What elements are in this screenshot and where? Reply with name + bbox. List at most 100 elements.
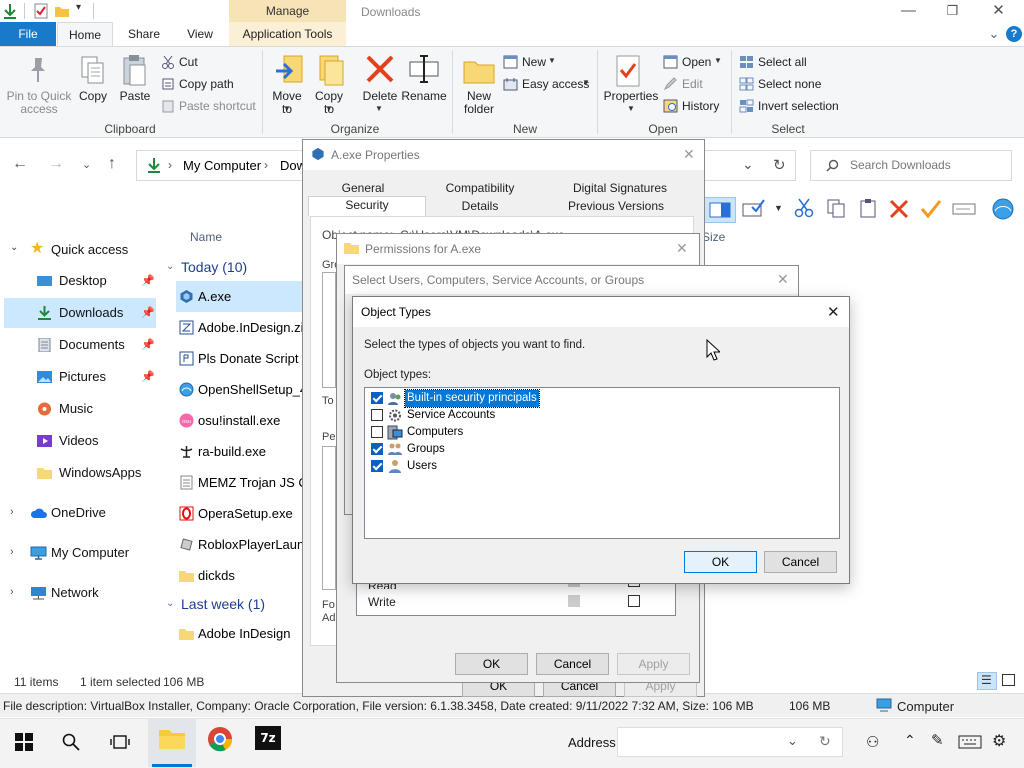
open-button[interactable]: Open (682, 55, 711, 69)
tab-digital-signatures[interactable]: Digital Signatures (546, 180, 694, 198)
close-button[interactable]: ✕ (976, 0, 1021, 22)
taskbar-address-dropdown-icon[interactable]: ⌄ (787, 733, 798, 749)
new-folder-icon[interactable] (54, 3, 70, 19)
file-row[interactable]: osu osu!install.exe (176, 405, 306, 436)
tab-share[interactable]: Share (118, 22, 170, 46)
copy-to-chevron-icon[interactable]: ▼ (325, 104, 333, 113)
select-all-button[interactable]: Select all (758, 55, 807, 69)
file-row[interactable]: MEMZ Trojan JS Cod (176, 467, 306, 498)
download-icon[interactable] (2, 3, 18, 19)
minimize-button[interactable]: — (886, 0, 931, 22)
task-view-icon[interactable] (110, 733, 130, 751)
properties-check-icon[interactable] (33, 3, 49, 19)
file-row[interactable]: RobloxPlayerLaunch (176, 529, 306, 560)
nav-documents[interactable]: Documents 📌 (0, 330, 158, 360)
copy-toolbar-icon[interactable] (826, 198, 846, 218)
nav-quick-access[interactable]: ★ Quick access (0, 235, 158, 265)
tab-details[interactable]: Details (430, 198, 530, 216)
edit-button[interactable]: Edit (682, 77, 703, 91)
file-row[interactable]: ra-build.exe (176, 436, 306, 467)
permissions-close-icon[interactable]: ✕ (676, 240, 688, 257)
maximize-button[interactable]: ❐ (930, 0, 975, 22)
delete-button[interactable]: Delete (358, 90, 402, 103)
select-none-button[interactable]: Select none (758, 77, 821, 91)
rename-button[interactable]: Rename (400, 90, 448, 103)
keyboard-icon[interactable] (958, 735, 982, 749)
invert-selection-button[interactable]: Invert selection (758, 99, 839, 113)
builtin-checkbox[interactable] (371, 392, 383, 404)
cut-toolbar-icon[interactable] (794, 198, 814, 218)
groups-checkbox[interactable] (371, 443, 383, 455)
column-name-header[interactable]: Name (190, 230, 222, 244)
write-allow-checkbox[interactable] (568, 595, 580, 607)
file-row[interactable]: Pls Donate Script (2 (176, 343, 306, 374)
nav-pictures[interactable]: Pictures 📌 (0, 362, 158, 392)
manage-tab[interactable]: Manage (229, 0, 346, 22)
cut-button[interactable]: Cut (179, 55, 198, 69)
file-row[interactable]: OpenShellSetup_4_4 (176, 374, 306, 405)
address-dropdown-icon[interactable]: ⌄ (742, 156, 754, 173)
shell-toolbar-icon[interactable] (990, 197, 1016, 221)
paste-toolbar-icon[interactable] (858, 198, 878, 218)
tab-compatibility[interactable]: Compatibility (420, 180, 540, 198)
forward-arrow-icon[interactable]: → (48, 155, 64, 173)
rename-toolbar-icon[interactable] (952, 200, 976, 218)
breadcrumb-separator-icon[interactable]: › (264, 158, 268, 172)
open-chevron-icon[interactable]: ▼ (714, 56, 722, 65)
group-header-last-week[interactable]: Last week (1) (181, 596, 265, 612)
tab-home[interactable]: Home (57, 22, 113, 47)
nav-music[interactable]: Music (0, 394, 158, 424)
properties-chevron-icon[interactable]: ▼ (627, 104, 635, 113)
taskbar-search-icon[interactable] (62, 733, 80, 751)
users-checkbox[interactable] (371, 460, 383, 472)
file-row[interactable]: OperaSetup.exe (176, 498, 306, 529)
tab-security[interactable]: Security (308, 196, 426, 216)
file-row[interactable]: dickds (176, 560, 306, 591)
nav-windowsapps[interactable]: WindowsApps (0, 458, 158, 488)
file-row[interactable]: A.exe (176, 281, 306, 312)
object-types-cancel-button[interactable]: Cancel (764, 551, 837, 573)
nav-my-computer[interactable]: My Computer (0, 538, 158, 568)
nav-videos[interactable]: Videos (0, 426, 158, 456)
help-icon[interactable]: ? (1006, 26, 1022, 42)
column-size-header[interactable]: Size (702, 230, 725, 244)
tab-file[interactable]: File (0, 22, 56, 46)
properties-close-icon[interactable]: ✕ (683, 146, 695, 163)
pen-icon[interactable]: ✎ (931, 731, 944, 749)
mail-check-icon[interactable] (742, 198, 766, 218)
service-accounts-checkbox[interactable] (371, 409, 383, 421)
delete-chevron-icon[interactable]: ▼ (375, 104, 383, 113)
nav-downloads[interactable]: Downloads 📌 (4, 298, 156, 328)
object-types-ok-button[interactable]: OK (684, 551, 757, 573)
breadcrumb-my-computer[interactable]: My Computer (183, 158, 261, 173)
nav-onedrive[interactable]: OneDrive (0, 498, 158, 528)
select-users-close-icon[interactable]: ✕ (777, 271, 789, 288)
check-toolbar-icon[interactable] (920, 198, 942, 220)
tab-view[interactable]: View (174, 22, 226, 46)
file-row[interactable]: Adobe InDesign (176, 618, 306, 649)
pin-to-quick-access-button[interactable]: Pin to Quick access (4, 90, 74, 116)
copy-path-button[interactable]: Copy path (179, 77, 234, 91)
qa-dropdown-icon[interactable]: ▾ (76, 2, 81, 13)
tab-application-tools[interactable]: Application Tools (229, 22, 346, 46)
permissions-cancel-button[interactable]: Cancel (536, 653, 609, 675)
paste-button[interactable]: Paste (116, 90, 154, 103)
easy-access-chevron-icon[interactable]: ▼ (582, 78, 590, 87)
group-collapse-icon[interactable]: ⌄ (166, 598, 174, 609)
move-to-chevron-icon[interactable]: ▼ (283, 104, 291, 113)
copy-button[interactable]: Copy (76, 90, 110, 103)
back-arrow-icon[interactable]: ← (12, 155, 28, 173)
up-arrow-icon[interactable]: ↑ (108, 155, 116, 173)
object-types-close-icon[interactable]: ✕ (827, 303, 840, 321)
file-row[interactable]: Adobe.InDesign.zip (176, 312, 306, 343)
new-item-button[interactable]: New (522, 55, 546, 69)
easy-access-button[interactable]: Easy access (522, 77, 589, 91)
collapse-ribbon-icon[interactable]: ⌄ (986, 26, 1002, 42)
breadcrumb-separator-icon[interactable]: › (168, 158, 172, 172)
taskbar-address-refresh-icon[interactable]: ↻ (819, 733, 831, 750)
settings-gear-icon[interactable]: ⚙ (992, 731, 1006, 751)
large-icons-view-icon[interactable] (1002, 674, 1015, 686)
delete-toolbar-icon[interactable] (888, 198, 910, 220)
nav-network[interactable]: Network (0, 578, 158, 608)
recent-locations-icon[interactable]: ⌄ (82, 158, 91, 171)
